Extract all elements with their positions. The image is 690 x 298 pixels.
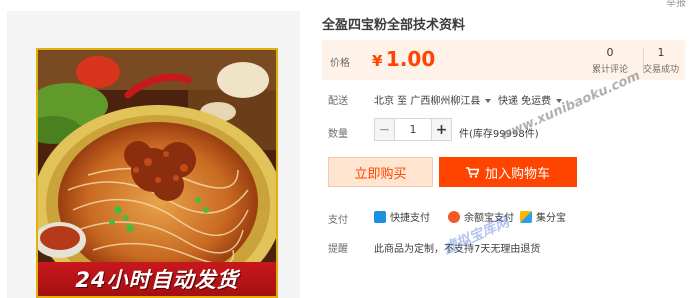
payment-method-jifenbao: 集分宝: [520, 209, 566, 224]
add-to-cart-button[interactable]: 加入购物车: [439, 157, 577, 187]
trades-stat: 1 交易成功: [639, 46, 683, 75]
jifenbao-icon: [520, 210, 532, 223]
product-gallery: 24小时自动发货: [7, 11, 300, 298]
quantity-increase-button[interactable]: +: [431, 118, 452, 141]
noodle-dish-illustration: [38, 50, 276, 296]
quantity-decrease-button[interactable]: −: [374, 118, 395, 141]
quantity-input[interactable]: 1: [395, 118, 431, 141]
report-link[interactable]: 举报: [666, 0, 686, 9]
payment-method-label: 集分宝: [536, 213, 566, 224]
price-amount: 1.00: [385, 47, 436, 71]
shipping-method: 快递 免运费: [498, 96, 552, 107]
product-main-image[interactable]: 24小时自动发货: [36, 48, 278, 298]
buy-now-label: 立即购买: [354, 166, 407, 182]
trades-label: 交易成功: [642, 65, 679, 75]
delivery-route: 北京 至 广西柳州柳江县: [374, 96, 481, 107]
payment-label: 支付: [328, 215, 348, 226]
payment-method-express: 快捷支付: [374, 209, 430, 224]
express-pay-icon: [374, 210, 386, 223]
delivery-label: 配送: [328, 96, 348, 107]
buy-now-button[interactable]: 立即购买: [328, 157, 433, 187]
notice-label: 提醒: [328, 244, 348, 255]
chevron-down-icon: [485, 99, 492, 103]
product-title: 全盈四宝粉全部技术资料: [322, 18, 466, 33]
payment-method-label: 快捷支付: [390, 213, 430, 224]
shopping-cart-icon: [465, 166, 479, 178]
reviews-stat[interactable]: 0 累计评论: [588, 46, 632, 75]
add-to-cart-label: 加入购物车: [484, 166, 550, 182]
quantity-label: 数量: [328, 129, 348, 140]
delivery-route-select[interactable]: 北京 至 广西柳州柳江县: [374, 92, 492, 107]
currency-symbol: ¥: [372, 52, 383, 70]
yuebao-icon: [448, 210, 460, 223]
banner-text: 24小时自动发货: [75, 268, 239, 292]
reviews-count: 0: [606, 46, 614, 59]
auto-delivery-banner: 24小时自动发货: [38, 262, 276, 296]
price-value: ¥ 1.00: [372, 47, 435, 71]
price-label: 价格: [330, 58, 350, 69]
trades-count: 1: [657, 46, 665, 59]
quantity-stepper: − 1 +: [374, 118, 452, 141]
